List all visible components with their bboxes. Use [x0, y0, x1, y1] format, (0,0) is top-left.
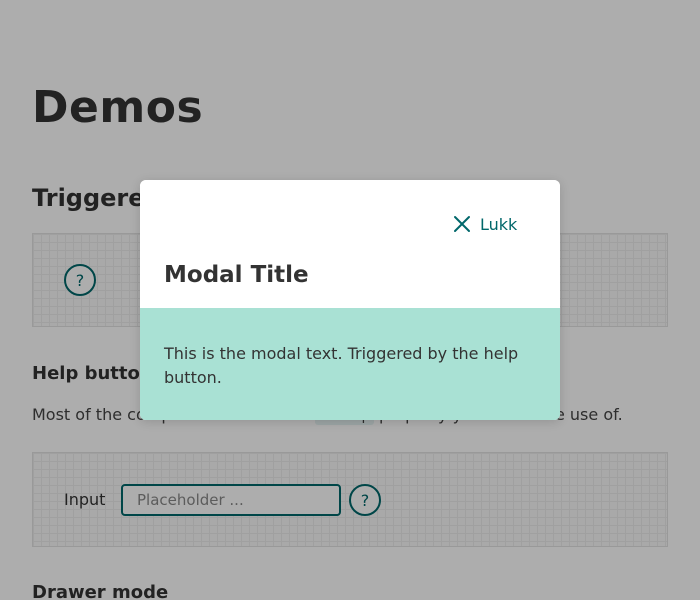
modal-text: This is the modal text. Triggered by the…: [164, 344, 519, 387]
modal-body: This is the modal text. Triggered by the…: [140, 308, 560, 420]
modal-dialog: Lukk Modal Title This is the modal text.…: [140, 180, 560, 420]
modal-title: Modal Title: [164, 262, 309, 288]
close-label: Lukk: [480, 214, 518, 234]
modal-close-button[interactable]: Lukk: [452, 210, 517, 238]
modal-header: Lukk Modal Title: [140, 180, 560, 308]
close-icon: [454, 216, 470, 232]
